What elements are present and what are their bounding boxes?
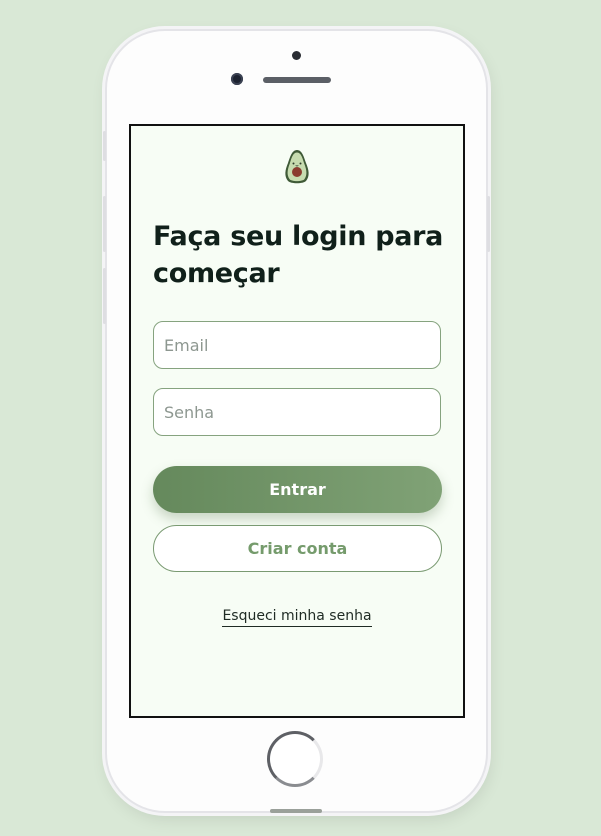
page-title: Faça seu login para começar (153, 221, 444, 289)
phone-screen: Faça seu login para começar Entrar Criar… (129, 124, 465, 718)
side-button-right (487, 196, 490, 252)
avocado-icon (285, 150, 309, 184)
forgot-password-container: Esqueci minha senha (131, 605, 463, 627)
side-button-left-1 (103, 131, 106, 161)
forgot-password-link[interactable]: Esqueci minha senha (222, 608, 372, 627)
email-field[interactable] (153, 321, 441, 369)
front-sensor (292, 51, 301, 60)
bottom-edge-mark (270, 809, 322, 813)
password-field[interactable] (153, 388, 441, 436)
phone-frame: Faça seu login para começar Entrar Criar… (103, 31, 490, 813)
create-account-button[interactable]: Criar conta (153, 525, 442, 572)
earpiece-speaker (263, 77, 331, 83)
login-button[interactable]: Entrar (153, 466, 442, 513)
side-button-left-3 (103, 268, 106, 324)
side-button-left-2 (103, 196, 106, 252)
home-button[interactable] (267, 731, 323, 787)
front-camera (231, 73, 243, 85)
